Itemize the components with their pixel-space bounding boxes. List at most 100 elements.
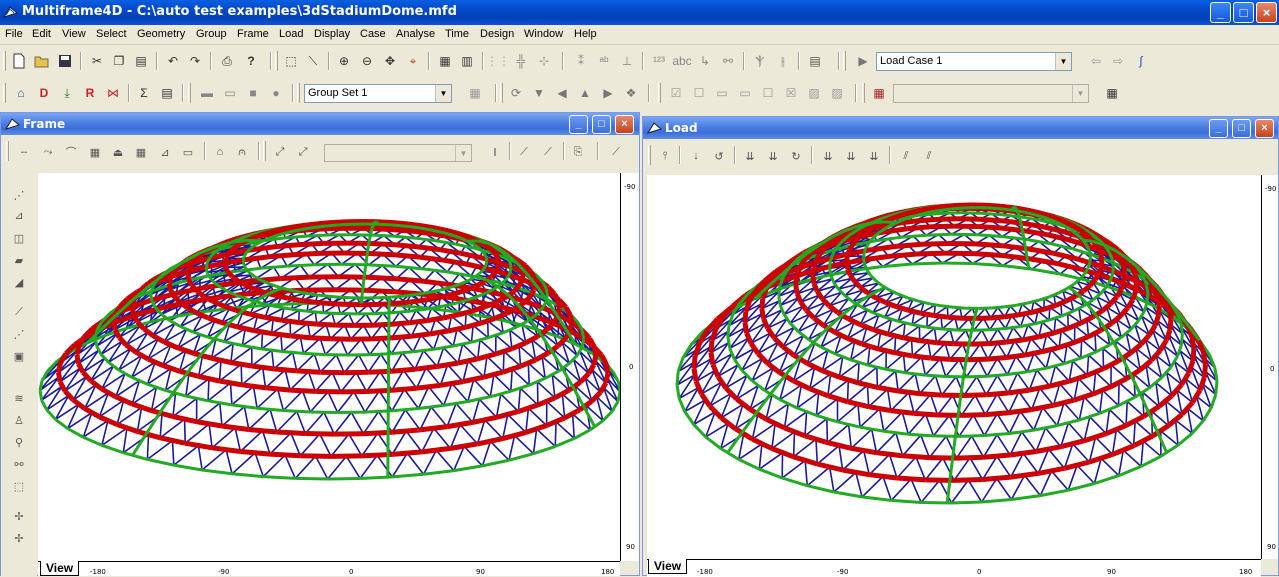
load-canvas[interactable]: [647, 175, 1261, 559]
load-curve-icon[interactable]: ∫: [1132, 52, 1150, 70]
toolbar-grip[interactable]: [3, 51, 6, 71]
arrow-right-icon[interactable]: ⇨: [1109, 52, 1127, 70]
design-x-icon[interactable]: ☒: [782, 84, 800, 102]
node-numbers-icon[interactable]: ⁑: [572, 52, 590, 70]
stair2-tool-icon[interactable]: ⋰: [10, 325, 28, 343]
copy-paste-icon[interactable]: ⎘: [569, 143, 587, 161]
panel-load-icon[interactable]: ⫽: [897, 147, 915, 165]
load-close-button[interactable]: ×: [1255, 119, 1274, 138]
section-i-beam-icon[interactable]: Ⅰ: [486, 143, 504, 161]
frame-canvas[interactable]: [38, 173, 620, 561]
arrow-left-icon[interactable]: ⇦: [1087, 52, 1105, 70]
design-box-icon[interactable]: ☐: [759, 84, 777, 102]
select-line-icon[interactable]: ⟍: [304, 52, 322, 70]
box-tool-icon[interactable]: ⬚: [10, 477, 28, 495]
load-minimize-button[interactable]: _: [1209, 119, 1228, 138]
menu-view[interactable]: View: [62, 28, 86, 40]
draw-portal-icon[interactable]: ⌂: [211, 143, 229, 161]
frame-maximize-button[interactable]: □: [592, 115, 611, 134]
section-numbers-icon[interactable]: ¹²³: [650, 52, 668, 70]
cut-icon[interactable]: ✂: [88, 52, 106, 70]
diagram-window-icon[interactable]: ⋈: [104, 84, 122, 102]
draw-dome-icon[interactable]: ⩀: [233, 143, 251, 161]
node-grid-icon[interactable]: ⊹: [535, 52, 553, 70]
menu-frame[interactable]: Frame: [237, 28, 269, 40]
design-num-icon[interactable]: ▭: [713, 84, 731, 102]
menu-time[interactable]: Time: [445, 28, 469, 40]
moment-load-icon[interactable]: ↺: [710, 147, 728, 165]
chevron-down-icon[interactable]: ▼: [455, 145, 471, 161]
member-moment-icon[interactable]: ↻: [787, 147, 805, 165]
print-icon[interactable]: ⎙: [218, 52, 236, 70]
section-names-icon[interactable]: abc: [673, 52, 691, 70]
panel-load-2-icon[interactable]: ⫽: [920, 147, 938, 165]
subdivide-icon[interactable]: ⤢: [271, 143, 289, 161]
view-up-icon[interactable]: ▲: [576, 84, 594, 102]
menu-help[interactable]: Help: [574, 28, 597, 40]
play-icon[interactable]: ▶: [854, 52, 872, 70]
view-3d-icon[interactable]: ❖: [622, 84, 640, 102]
undo-icon[interactable]: ↶: [164, 52, 182, 70]
member-tool-icon[interactable]: ⊿: [10, 206, 28, 224]
pan-icon[interactable]: ✥: [381, 52, 399, 70]
toolbar-grip[interactable]: [648, 145, 651, 165]
menu-group[interactable]: Group: [196, 28, 227, 40]
draw-truss-icon[interactable]: ⏏: [109, 143, 127, 161]
zoom-fit-icon[interactable]: ⌖: [404, 52, 422, 70]
frame-window-titlebar[interactable]: Frame _ □ ×: [1, 113, 639, 135]
sum-icon[interactable]: Σ: [135, 84, 153, 102]
copy-icon[interactable]: ❐: [110, 52, 128, 70]
menu-load[interactable]: Load: [279, 28, 303, 40]
pin-tool-icon[interactable]: ⚲: [10, 433, 28, 451]
links-icon[interactable]: ⚯: [719, 52, 737, 70]
frame-window-icon[interactable]: ⌂: [12, 84, 30, 102]
draw-curve-icon[interactable]: ⤳: [39, 143, 57, 161]
rotate-icon[interactable]: ⟳: [507, 84, 525, 102]
paste-icon[interactable]: ▤: [132, 52, 150, 70]
node-load-icon[interactable]: ⫯: [656, 147, 674, 165]
open-folder-icon[interactable]: [33, 52, 51, 70]
deflection-window-icon[interactable]: D: [35, 84, 53, 102]
redo-icon[interactable]: ↷: [186, 52, 204, 70]
member-load-icon[interactable]: ⇊: [741, 147, 759, 165]
node-tool-icon[interactable]: ⋰: [10, 186, 28, 204]
chevron-down-icon[interactable]: ▼: [1072, 85, 1088, 102]
toolbar-grip[interactable]: [6, 141, 9, 161]
block-tool-icon[interactable]: ▣: [10, 347, 28, 365]
cross-grid-icon[interactable]: ╬: [512, 52, 530, 70]
plate-tool-icon[interactable]: ◫: [10, 229, 28, 247]
draw-grid-icon[interactable]: ▦: [86, 143, 104, 161]
draw-bridge-icon[interactable]: ▭: [179, 143, 197, 161]
menu-analyse[interactable]: Analyse: [396, 28, 435, 40]
toolbar-grip[interactable]: [500, 83, 503, 103]
group-set-select[interactable]: Group Set 1▼: [304, 84, 452, 103]
design-abc-icon[interactable]: ▭: [736, 84, 754, 102]
table-icon[interactable]: ▤: [158, 84, 176, 102]
close-button[interactable]: ×: [1256, 2, 1277, 23]
shell-tool-icon[interactable]: ▰: [10, 251, 28, 269]
design-b-icon[interactable]: ☐: [690, 84, 708, 102]
section-i-icon[interactable]: ▬: [198, 84, 216, 102]
menu-geometry[interactable]: Geometry: [137, 28, 185, 40]
help-icon[interactable]: ?: [242, 52, 260, 70]
menu-file[interactable]: File: [5, 28, 23, 40]
group-grid-icon[interactable]: ▦: [466, 84, 484, 102]
zoom-out-icon[interactable]: ⊖: [358, 52, 376, 70]
frame-section-select[interactable]: ▼: [324, 144, 472, 162]
menu-display[interactable]: Display: [314, 28, 350, 40]
design-chart-icon[interactable]: ▨: [805, 84, 823, 102]
line-tool-3-icon[interactable]: ⟋: [607, 143, 625, 161]
design-check-icon[interactable]: ▨: [828, 84, 846, 102]
save-icon[interactable]: [56, 52, 74, 70]
section-box-icon[interactable]: ▭: [221, 84, 239, 102]
link-tool-icon[interactable]: ⚯: [10, 455, 28, 473]
toolbar-grip[interactable]: [188, 83, 191, 103]
axes-icon[interactable]: ↳: [696, 52, 714, 70]
report-icon[interactable]: ▤: [806, 52, 824, 70]
draw-frame-icon[interactable]: ▦: [132, 143, 150, 161]
load-view-tab[interactable]: View: [648, 559, 687, 574]
draw-arc-icon[interactable]: ⌒: [62, 143, 80, 161]
slab-tool-icon[interactable]: ◢: [10, 273, 28, 291]
join-icon[interactable]: ⤢: [294, 143, 312, 161]
toolbar-grip[interactable]: [658, 83, 661, 103]
